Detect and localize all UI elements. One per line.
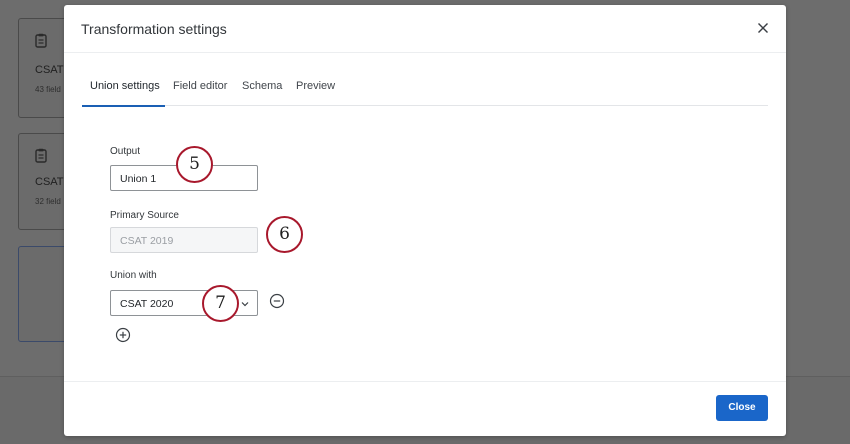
add-union-icon[interactable] xyxy=(115,327,131,343)
step-callout-7: 7 xyxy=(202,285,239,322)
close-icon[interactable] xyxy=(754,19,772,37)
step-callout-6: 6 xyxy=(266,216,303,253)
tab-union-settings[interactable]: Union settings xyxy=(90,80,160,92)
clipboard-icon xyxy=(35,148,47,166)
divider xyxy=(64,381,786,382)
union-with-value: CSAT 2020 xyxy=(120,298,174,310)
tab-preview[interactable]: Preview xyxy=(296,80,335,92)
active-tab-indicator xyxy=(82,105,165,107)
tab-bar: Union settings Field editor Schema Previ… xyxy=(82,79,768,107)
tab-schema[interactable]: Schema xyxy=(242,80,282,92)
union-with-label: Union with xyxy=(110,270,157,281)
transformation-settings-modal: Transformation settings Union settings F… xyxy=(64,5,786,436)
remove-union-icon[interactable] xyxy=(269,293,285,309)
chevron-down-icon xyxy=(241,299,249,307)
background-card-subtitle: 43 field xyxy=(35,85,61,94)
close-button[interactable]: Close xyxy=(716,395,768,421)
modal-title: Transformation settings xyxy=(81,21,227,37)
output-label: Output xyxy=(110,146,141,157)
primary-source-field: CSAT 2019 xyxy=(110,227,258,253)
tab-field-editor[interactable]: Field editor xyxy=(173,80,227,92)
background-card-title: CSAT xyxy=(35,176,64,188)
step-callout-5: 5 xyxy=(176,146,213,183)
background-card-title: CSAT xyxy=(35,64,64,76)
clipboard-icon xyxy=(35,33,47,51)
background-card-subtitle: 32 field xyxy=(35,197,61,206)
primary-source-label: Primary Source xyxy=(110,210,179,221)
divider xyxy=(64,52,786,53)
